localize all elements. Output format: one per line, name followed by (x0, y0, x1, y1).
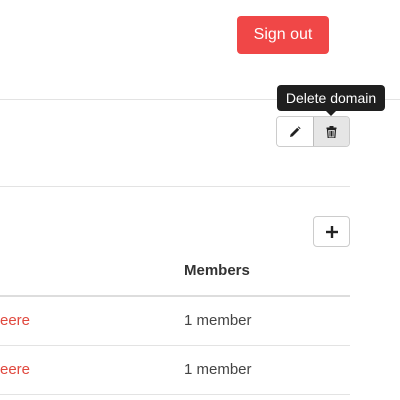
plus-icon (325, 225, 338, 238)
members-column-header: Members (184, 262, 250, 279)
edit-domain-button[interactable] (277, 117, 313, 146)
delete-domain-tooltip: Delete domain (277, 85, 385, 111)
row-divider (0, 394, 350, 395)
domain-action-group (276, 116, 350, 147)
pencil-icon (289, 125, 301, 138)
group-name-link[interactable]: eere (0, 361, 30, 378)
member-count: 1 member (184, 312, 252, 329)
divider-domain-section (0, 186, 350, 187)
trash-icon (326, 125, 337, 138)
group-name-link[interactable]: eere (0, 312, 30, 329)
table-header-divider (0, 295, 350, 297)
sign-out-button[interactable]: Sign out (237, 16, 329, 54)
add-group-button[interactable] (313, 216, 350, 247)
delete-domain-button[interactable] (312, 117, 349, 146)
row-divider (0, 345, 350, 346)
member-count: 1 member (184, 361, 252, 378)
